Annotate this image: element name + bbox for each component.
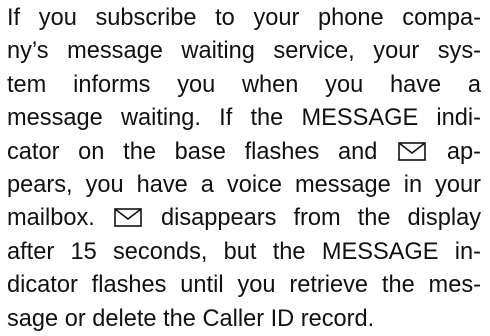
envelope-icon xyxy=(114,208,142,228)
text-line-6: pears, you have a voice message in your xyxy=(7,172,481,199)
text-line-4: message waiting. If the MESSAGE indi- xyxy=(7,105,481,132)
text-line-9: dicator flashes until you retrieve the m… xyxy=(7,272,481,299)
envelope-icon xyxy=(398,141,426,161)
text-line-3: tem informs you when you have a xyxy=(7,71,481,98)
text-line-7-end: disappears from the display xyxy=(160,205,481,232)
text-line-8: after 15 seconds, but the MESSAGE in- xyxy=(7,238,481,265)
message-waiting-paragraph: If you subscribe to your phone compa- ny… xyxy=(7,2,481,336)
text-line-5-end: ap- xyxy=(446,138,481,165)
text-line-5-start: cator on the base flashes and xyxy=(7,138,378,165)
text-line-2: ny’s message waiting service, your sys- xyxy=(7,38,481,65)
text-line-1: If you subscribe to your phone compa- xyxy=(7,5,481,31)
text-line-7: mailbox. disappears from the display xyxy=(7,202,481,235)
text-line-7-start: mailbox. xyxy=(7,205,95,232)
text-line-10: sage or delete the Caller ID record. xyxy=(7,305,375,332)
text-line-5: cator on the base flashes and ap- xyxy=(7,136,481,169)
